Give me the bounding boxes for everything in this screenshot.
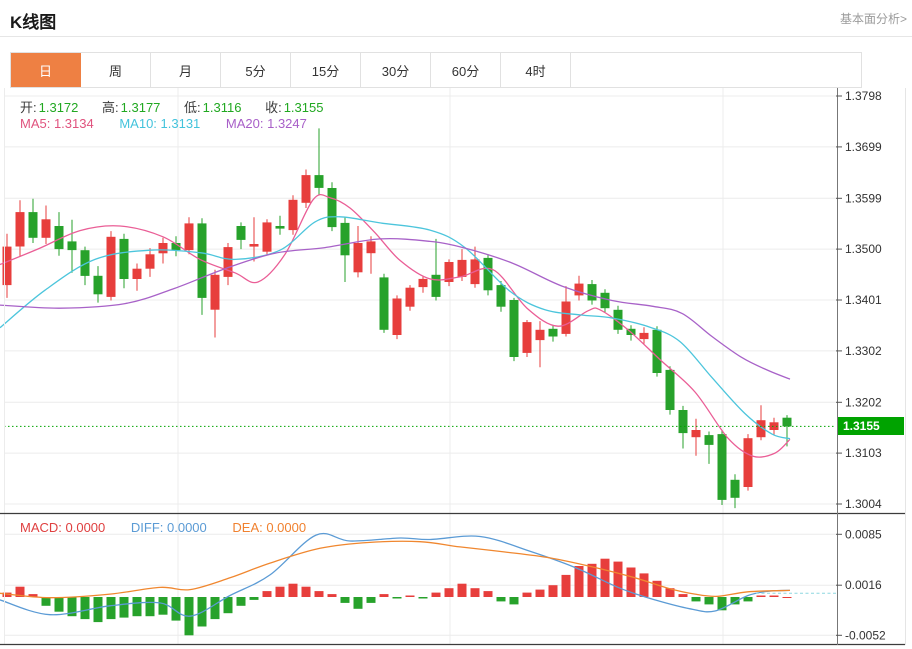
svg-text:1.3202: 1.3202 — [845, 395, 882, 409]
dea-readout: DEA: 0.0000 — [232, 520, 306, 535]
ma-legend: MA5: 1.3134 MA10: 1.3131 MA20: 1.3247 — [20, 116, 329, 131]
low-value: 1.3116 — [203, 100, 242, 115]
svg-text:1.3004: 1.3004 — [845, 497, 882, 511]
svg-text:0.0016: 0.0016 — [845, 578, 882, 592]
tab-week[interactable]: 周 — [81, 53, 151, 87]
ohlc-legend: 开:1.3172 高:1.3177 低:1.3116 收:1.3155 — [20, 97, 343, 116]
close-value: 1.3155 — [284, 100, 324, 115]
tab-day[interactable]: 日 — [11, 53, 81, 87]
header-divider — [0, 36, 912, 37]
svg-text:1.3401: 1.3401 — [845, 293, 882, 307]
kline-candlestick-chart[interactable]: 1.3798 1.3699 1.3599 1.3500 1.3401 1.3302 1.32… — [0, 88, 912, 649]
chart-area: 1.3798 1.3699 1.3599 1.3500 1.3401 1.3302 1.32… — [0, 88, 912, 649]
ma20-readout: MA20: 1.3247 — [226, 116, 307, 131]
period-tabs: 日 周 月 5分 15分 30分 60分 4时 — [10, 52, 862, 88]
tab-15min[interactable]: 15分 — [291, 53, 361, 87]
close-label: 收: — [265, 100, 282, 115]
svg-text:-0.0052: -0.0052 — [845, 628, 886, 642]
open-value: 1.3172 — [39, 100, 79, 115]
high-value: 1.3177 — [121, 100, 161, 115]
tab-5min[interactable]: 5分 — [221, 53, 291, 87]
ma10-readout: MA10: 1.3131 — [119, 116, 200, 131]
svg-text:1.3103: 1.3103 — [845, 446, 882, 460]
kline-page: K线图 基本面分析> 日 周 月 5分 15分 30分 60分 4时 1.379… — [0, 0, 912, 649]
current-price-tag: 1.3155 — [838, 417, 904, 435]
svg-text:1.3500: 1.3500 — [845, 242, 882, 256]
macd-readout: MACD: 0.0000 — [20, 520, 105, 535]
svg-text:0.0085: 0.0085 — [845, 527, 882, 541]
low-label: 低: — [184, 100, 201, 115]
ma5-readout: MA5: 1.3134 — [20, 116, 94, 131]
high-label: 高: — [102, 100, 119, 115]
tab-30min[interactable]: 30分 — [361, 53, 431, 87]
page-title: K线图 — [10, 8, 56, 33]
open-label: 开: — [20, 100, 37, 115]
svg-text:1.3302: 1.3302 — [845, 344, 882, 358]
svg-text:1.3699: 1.3699 — [845, 140, 882, 154]
fundamental-analysis-link[interactable]: 基本面分析> — [840, 10, 907, 27]
tab-month[interactable]: 月 — [151, 53, 221, 87]
tab-4hour[interactable]: 4时 — [501, 53, 571, 87]
macd-legend: MACD: 0.0000 DIFF: 0.0000 DEA: 0.0000 — [20, 520, 328, 535]
tab-60min[interactable]: 60分 — [431, 53, 501, 87]
diff-readout: DIFF: 0.0000 — [131, 520, 207, 535]
svg-text:1.3798: 1.3798 — [845, 89, 882, 103]
svg-text:1.3599: 1.3599 — [845, 191, 882, 205]
